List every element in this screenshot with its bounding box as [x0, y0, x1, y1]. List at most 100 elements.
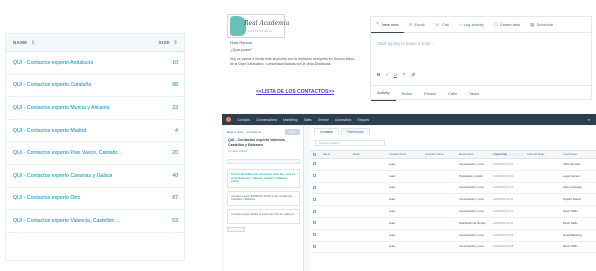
checkbox-icon[interactable]	[313, 197, 316, 201]
table-row[interactable]: QUI - Contactos experto Valencia, Castel…	[6, 210, 184, 233]
nav-item-sales[interactable]: Sales	[304, 118, 312, 122]
sort-icon: ⇕	[29, 39, 36, 46]
email-line: ¿Qué pasa?	[230, 47, 253, 52]
checkbox-icon[interactable]	[313, 221, 316, 225]
row-checkbox[interactable]	[310, 185, 320, 190]
name-column-header[interactable]: NAME ⇕	[13, 40, 36, 46]
tab-activity[interactable]: Activity	[371, 86, 396, 101]
list-name-link[interactable]: QUI - Contactos experto Murcia y Alicant…	[13, 105, 110, 111]
table-row[interactable]: Lead Comunicación y cons... 10/03/2022 10:…	[310, 194, 596, 207]
list-name-link[interactable]: QUI - Contactos experto Pais Vasco, Cant…	[13, 150, 121, 156]
tab-contacts[interactable]: Contacts	[314, 127, 339, 135]
row-checkbox[interactable]	[310, 174, 320, 178]
tab-calls[interactable]: Calls	[442, 86, 463, 101]
tab-new-note[interactable]: ✎ New note	[371, 17, 404, 33]
text-style-button[interactable]: T	[403, 72, 406, 77]
list-name-link[interactable]: QUI - Contactos experto Andalucía	[13, 60, 93, 66]
checkbox-icon[interactable]	[313, 244, 316, 248]
table-cell: Lead	[389, 186, 395, 190]
nav-item-reports[interactable]: Reports	[358, 118, 370, 122]
checkbox-icon[interactable]	[313, 233, 316, 237]
link-button[interactable]: Ø	[412, 72, 416, 77]
checkbox-icon[interactable]	[313, 185, 316, 189]
filter-card[interactable]: Contact property EMAIL is known and Ver …	[227, 208, 300, 225]
column-header[interactable]: Create Date	[490, 153, 524, 156]
checkbox-icon[interactable]	[313, 162, 316, 166]
tab-preferences[interactable]: Preferences	[340, 127, 370, 135]
filter-card[interactable]: This list will update with new people wh…	[227, 169, 300, 188]
nav-item-conversations[interactable]: Conversations	[256, 118, 277, 122]
table-row[interactable]: Lead Comunicación y cons... 10/03/2022 10:…	[310, 159, 596, 171]
table-row[interactable]: QUI - Contactos experto Pais Vasco, Cant…	[6, 142, 184, 165]
list-name-link[interactable]: QUI - Contactos experto Cataluña	[13, 82, 91, 88]
note-input[interactable]: Start typing to leave a note...	[377, 41, 434, 46]
add-filter-button[interactable]	[227, 227, 245, 233]
table-row[interactable]: Lead Comunicación y cons... 10/03/2022 10:…	[310, 206, 596, 218]
checkbox-icon[interactable]	[313, 152, 316, 156]
save-button[interactable]: Save	[285, 129, 300, 135]
tab-log-activity[interactable]: + Log activity	[454, 17, 489, 33]
list-actions-dropdown[interactable]: List actions	[246, 130, 261, 134]
table-row[interactable]: QUI - Contactos experto Andalucía 10	[6, 52, 184, 75]
tab-email[interactable]: ✉ Email	[404, 17, 430, 33]
row-checkbox[interactable]	[310, 221, 320, 225]
tab-schedule[interactable]: ▦ Schedule	[525, 17, 558, 33]
nav-item-contacts[interactable]: Contacts	[237, 118, 250, 122]
logo-subtitle: GASTRONOMIA	[248, 30, 273, 33]
nav-item-automation[interactable]: Automation	[335, 118, 352, 122]
nav-item-service[interactable]: Service	[318, 118, 329, 122]
search-icon[interactable]: ⌕	[588, 117, 590, 122]
column-header[interactable]: Company Name	[422, 153, 456, 156]
row-checkbox[interactable]	[310, 244, 320, 249]
search-input[interactable]: Search contacts	[315, 140, 385, 146]
table-row[interactable]: Lead Distribución de Temper... 10/03/2022 …	[310, 218, 596, 230]
contact-list-link[interactable]: <<LISTA DE LOS CONTACTOS>>	[256, 89, 334, 95]
column-header[interactable]: Lifecycle Stage	[524, 153, 560, 156]
row-checkbox[interactable]	[310, 209, 320, 214]
column-header[interactable]: Recent Deal	[456, 153, 490, 156]
hubspot-logo-icon[interactable]	[226, 117, 231, 122]
table-cell: Comunicación y cons...	[459, 198, 486, 202]
size-column-header[interactable]: SIZE ⇕	[159, 40, 178, 46]
filter-card[interactable]: Contact property EXPERTO ZONA is any of …	[227, 190, 300, 206]
tab-call[interactable]: ☏ Call	[429, 17, 454, 33]
tab-emails[interactable]: Emails	[418, 86, 442, 101]
table-row[interactable]: Lead Comunicación y cons... 10/03/2022 09:…	[310, 230, 596, 242]
table-row[interactable]: Lead Comunicación y cons... 10/03/2022 10:…	[310, 183, 596, 195]
row-checkbox[interactable]	[310, 197, 320, 202]
table-row[interactable]: QUI - Contactos experto Cataluña 88	[6, 75, 184, 98]
tab-tasks[interactable]: Tasks	[463, 86, 485, 101]
list-name-link[interactable]: QUI - Contactos experto Canarias y Galic…	[13, 173, 112, 179]
column-header[interactable]: Contact Owner	[386, 153, 422, 156]
underline-button[interactable]: U	[394, 72, 397, 77]
table-row[interactable]: QUI - Contactos experto Madrid 4	[6, 120, 184, 143]
checkbox-icon[interactable]	[313, 209, 316, 213]
table-row[interactable]: QUI - Contactos experto Canarias y Galic…	[6, 165, 184, 188]
list-name-link[interactable]: QUI - Contactos experto Madrid	[13, 128, 86, 134]
column-header[interactable]: Name	[320, 153, 350, 156]
bold-button[interactable]: B	[377, 72, 380, 77]
list-name-link[interactable]: QUI - Contactos experto Valencia, Castel…	[13, 218, 120, 224]
italic-button[interactable]: I	[386, 72, 387, 77]
table-cell: 10/03/2022 10:04	[493, 162, 514, 166]
table-cell: Comunicación y cons...	[459, 162, 486, 166]
select-all-checkbox[interactable]	[310, 152, 320, 157]
column-header[interactable]: Email	[350, 153, 386, 156]
email-line: de la Gran Gastrolibro: Comunidad Nadari…	[230, 62, 332, 66]
table-row[interactable]: Lead Comunicación y cons... 10/03/2022 09:…	[310, 242, 596, 254]
tab-notes[interactable]: Notes	[396, 86, 418, 101]
row-checkbox[interactable]	[310, 233, 320, 237]
list-size: 33	[172, 104, 178, 111]
tab-create-task[interactable]: ☐ Create task	[489, 17, 526, 33]
table-cell: Legal Counsel	[563, 174, 580, 178]
checkbox-icon[interactable]	[313, 174, 316, 178]
table-row[interactable]: QUI - Contactos experto Otro 87	[6, 188, 184, 211]
column-header[interactable]: Lead Status	[560, 153, 596, 156]
table-row[interactable]: QUI - Contactos experto Murcia y Alicant…	[6, 97, 184, 120]
back-link[interactable]: Back to lists	[227, 130, 243, 134]
table-row[interactable]: Lead Preparados y comid... 10/03/2022 10:0…	[310, 171, 596, 183]
list-name-link[interactable]: QUI - Contactos experto Otro	[13, 195, 80, 201]
email-icon: ✉	[408, 21, 413, 27]
row-checkbox[interactable]	[310, 162, 320, 166]
nav-item-marketing[interactable]: Marketing	[283, 118, 297, 122]
